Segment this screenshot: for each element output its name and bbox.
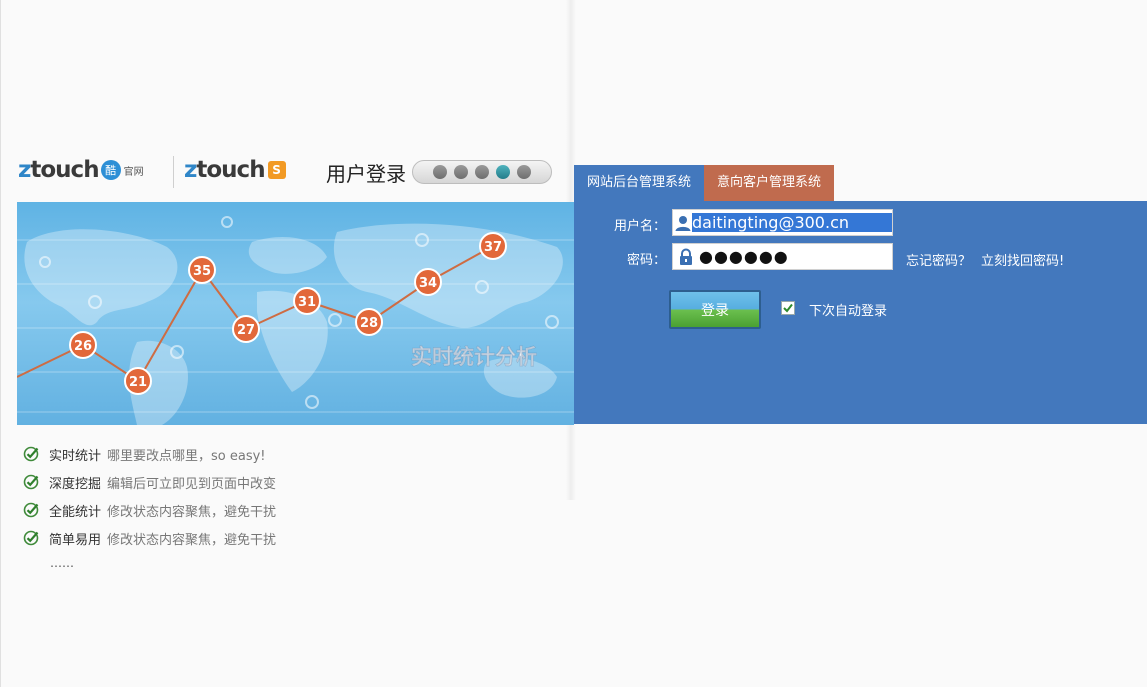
checkmark-icon <box>783 303 793 313</box>
username-label: 用户名： <box>613 219 666 234</box>
svg-text:26: 26 <box>74 339 92 354</box>
logo-wordmark: ztouch <box>184 157 266 183</box>
password-input[interactable]: ●●●●●● <box>699 247 789 266</box>
password-field-box[interactable]: ●●●●●● <box>672 243 893 270</box>
check-circle-icon <box>23 502 39 518</box>
svg-text:27: 27 <box>237 323 255 338</box>
svg-text:37: 37 <box>484 240 502 255</box>
check-circle-icon <box>23 474 39 490</box>
ztouch-s-logo[interactable]: ztouch S <box>184 150 286 190</box>
tab-site-admin[interactable]: 网站后台管理系统 <box>574 165 704 201</box>
lock-icon <box>673 244 699 269</box>
point-21: 21 <box>124 367 152 395</box>
banner-slider-dots <box>412 160 552 184</box>
auto-login-label[interactable]: 下次自动登录 <box>809 300 887 319</box>
banner-caption: 实时统计分析 <box>411 345 537 369</box>
feature-title: 全能统计 <box>49 504 102 520</box>
page-left-border <box>0 0 1 687</box>
feature-item: 深度挖掘 编辑后可立即见到页面中改变 <box>23 468 276 496</box>
feature-desc: 哪里要改点哪里，so easy! <box>107 448 266 464</box>
slider-dot-2[interactable] <box>454 165 468 179</box>
feature-title: 简单易用 <box>49 532 102 548</box>
logo-s-icon: S <box>267 161 286 179</box>
forgot-password-link[interactable]: 忘记密码？ <box>906 250 971 269</box>
feature-list: 实时统计 哪里要改点哪里，so easy! 深度挖掘 编辑后可立即见到页面中改变… <box>23 440 276 552</box>
banner-graphic: 26 21 35 27 31 28 34 37 实时统计分析 <box>17 216 574 425</box>
point-35: 35 <box>188 256 216 284</box>
tab-customer-management[interactable]: 意向客户管理系统 <box>704 165 834 201</box>
svg-text:28: 28 <box>360 316 378 331</box>
point-31: 31 <box>293 287 321 315</box>
logo-subtitle: 官网 <box>123 166 144 178</box>
password-label: 密码： <box>626 253 666 268</box>
user-icon <box>673 210 692 235</box>
username-input[interactable] <box>692 213 892 232</box>
feature-title: 实时统计 <box>49 448 102 464</box>
ztouch-official-logo[interactable]: ztouch 酷 官网 <box>18 150 144 190</box>
auto-login-checkbox[interactable] <box>781 301 795 315</box>
svg-text:35: 35 <box>193 264 211 279</box>
slider-dot-5[interactable] <box>517 165 531 179</box>
feature-item: 简单易用 修改状态内容聚焦，避免干扰 <box>23 524 276 552</box>
stats-banner: 26 21 35 27 31 28 34 37 实时统计分析 <box>17 202 574 425</box>
feature-desc: 修改状态内容聚焦，避免干扰 <box>107 504 277 520</box>
slider-dot-3[interactable] <box>475 165 489 179</box>
point-26: 26 <box>69 331 97 359</box>
svg-text:34: 34 <box>419 276 437 291</box>
point-28: 28 <box>355 308 383 336</box>
feature-desc: 修改状态内容聚焦，避免干扰 <box>107 532 277 548</box>
check-circle-icon <box>23 446 39 462</box>
point-37: 37 <box>479 232 507 260</box>
more-ellipsis: …… <box>50 556 74 570</box>
logo-separator <box>173 156 174 188</box>
page-title: 用户登录 <box>326 162 406 186</box>
feature-desc: 编辑后可立即见到页面中改变 <box>107 476 277 492</box>
svg-text:31: 31 <box>298 295 316 310</box>
recover-password-link[interactable]: 立刻找回密码! <box>981 250 1064 269</box>
slider-dot-4-active[interactable] <box>496 165 510 179</box>
logo-wordmark: ztouch <box>18 157 100 183</box>
feature-title: 深度挖掘 <box>49 476 102 492</box>
slider-dot-1[interactable] <box>433 165 447 179</box>
point-34: 34 <box>414 268 442 296</box>
feature-item: 全能统计 修改状态内容聚焦，避免干扰 <box>23 496 276 524</box>
point-27: 27 <box>232 315 260 343</box>
logo-badge-icon: 酷 <box>100 160 121 180</box>
feature-item: 实时统计 哪里要改点哪里，so easy! <box>23 440 276 468</box>
username-field-box[interactable] <box>672 209 893 236</box>
svg-text:21: 21 <box>129 375 147 390</box>
check-circle-icon <box>23 530 39 546</box>
login-button[interactable]: 登录 <box>669 290 761 329</box>
